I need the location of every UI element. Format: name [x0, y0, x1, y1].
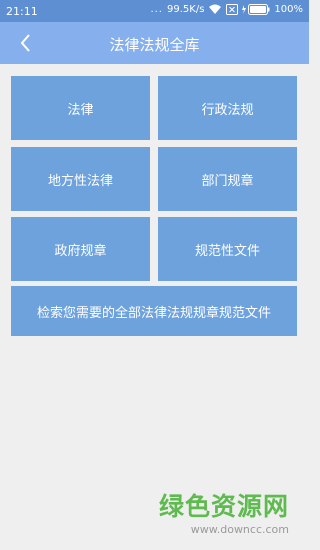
- page-title: 法律法规全库: [109, 36, 200, 54]
- category-normative-documents-button[interactable]: 规范性文件: [158, 217, 297, 281]
- wifi-icon: [208, 4, 222, 15]
- network-speed: 99.5K/s: [167, 4, 205, 15]
- battery-percent: 100%: [274, 4, 303, 15]
- no-sim-icon: [226, 4, 239, 15]
- search-all-button[interactable]: 检索您需要的全部法律法规规章规范文件: [11, 286, 297, 336]
- category-local-law-button[interactable]: 地方性法律: [11, 147, 150, 211]
- watermark-url: www.downcc.com: [190, 523, 289, 536]
- category-law-button[interactable]: 法律: [11, 76, 150, 140]
- category-administrative-regulations-button[interactable]: 行政法规: [158, 76, 297, 140]
- watermark: 绿色资源网 www.downcc.com: [159, 487, 289, 536]
- category-government-rules-button[interactable]: 政府规章: [11, 217, 150, 281]
- status-time: 21:11: [6, 5, 38, 18]
- category-department-rules-button[interactable]: 部门规章: [158, 147, 297, 211]
- status-dots: ...: [150, 4, 163, 15]
- status-icons: ... 99.5K/s 100%: [150, 4, 303, 15]
- status-bar: 21:11 ... 99.5K/s 100%: [0, 0, 309, 22]
- app-bar: 法律法规全库: [0, 22, 309, 64]
- charging-battery-icon: [242, 4, 270, 15]
- watermark-title: 绿色资源网: [158, 492, 289, 521]
